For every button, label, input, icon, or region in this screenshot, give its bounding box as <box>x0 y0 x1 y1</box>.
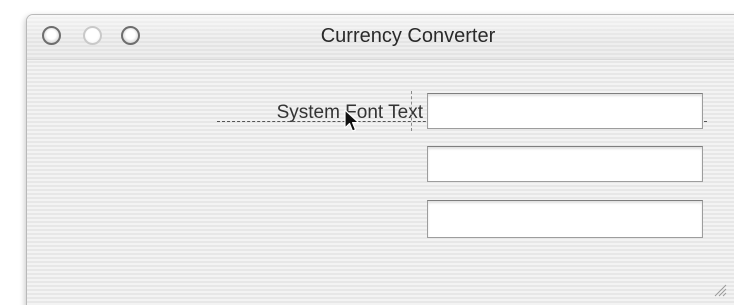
text-field-1[interactable] <box>427 93 703 129</box>
minimize-button[interactable] <box>83 26 102 45</box>
zoom-button[interactable] <box>121 26 140 45</box>
currency-converter-window: Currency Converter System Font Text <box>26 14 734 305</box>
screen: Currency Converter System Font Text <box>0 0 734 305</box>
resize-grip-icon[interactable] <box>711 281 727 297</box>
system-font-text-label[interactable]: System Font Text <box>217 101 707 133</box>
text-field-2[interactable] <box>427 146 703 182</box>
close-button[interactable] <box>42 26 61 45</box>
selection-guide-vertical <box>411 91 412 131</box>
text-field-3[interactable] <box>427 200 703 238</box>
title-bar[interactable]: Currency Converter <box>27 15 734 60</box>
